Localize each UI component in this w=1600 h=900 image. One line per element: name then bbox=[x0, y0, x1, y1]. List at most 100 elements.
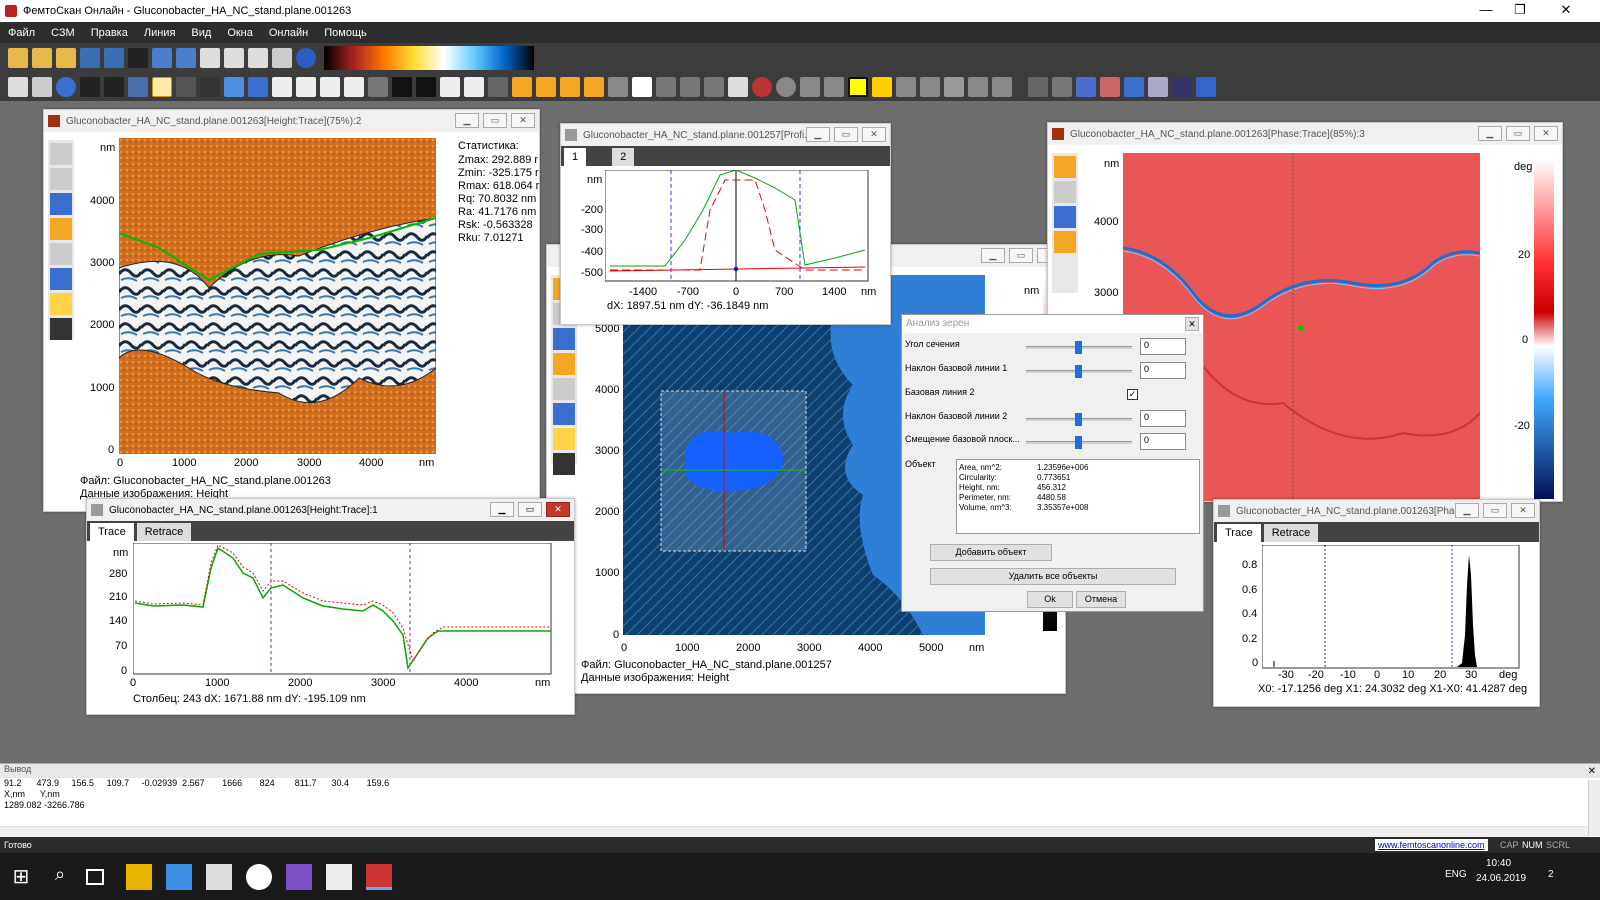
measure-icon[interactable] bbox=[488, 77, 508, 97]
eraser-icon[interactable] bbox=[553, 428, 575, 450]
select-tool-icon[interactable] bbox=[1054, 156, 1076, 178]
undo-icon[interactable] bbox=[152, 48, 172, 68]
win-maximize-button[interactable]: ▭ bbox=[518, 502, 542, 517]
win-close-button[interactable]: ✕ bbox=[546, 502, 570, 517]
phase-window-titlebar[interactable]: Gluconobacter_HA_NC_stand.plane.001263[P… bbox=[1048, 123, 1562, 145]
slider-thumb[interactable] bbox=[1075, 436, 1082, 449]
ok-button[interactable]: Ok bbox=[1027, 591, 1073, 608]
start-windows-icon[interactable]: ⊞ bbox=[8, 864, 34, 890]
baseline2-checkbox[interactable]: ✓ bbox=[1127, 389, 1138, 400]
task-view-icon[interactable] bbox=[86, 869, 104, 885]
profile-icon[interactable] bbox=[464, 77, 484, 97]
mail-icon[interactable] bbox=[326, 864, 352, 890]
win-maximize-button[interactable]: ▭ bbox=[1483, 503, 1507, 518]
slider-thumb[interactable] bbox=[1075, 341, 1082, 354]
slope-icon[interactable] bbox=[392, 77, 412, 97]
paste-icon[interactable] bbox=[224, 48, 244, 68]
hline-icon[interactable] bbox=[50, 193, 72, 215]
hline-icon[interactable] bbox=[1054, 206, 1076, 228]
tab-trace[interactable]: Trace bbox=[1217, 524, 1261, 542]
maximize-button[interactable]: ❐ bbox=[1500, 0, 1540, 22]
win-maximize-button[interactable]: ▭ bbox=[834, 127, 858, 142]
hline-icon[interactable] bbox=[553, 328, 575, 350]
drop-icon[interactable] bbox=[224, 77, 244, 97]
win-maximize-button[interactable]: ▭ bbox=[483, 113, 507, 128]
close-button[interactable]: ✕ bbox=[1546, 0, 1586, 22]
baseline2-slider[interactable] bbox=[1026, 413, 1132, 426]
document-icon[interactable] bbox=[8, 77, 28, 97]
offset-spin[interactable]: 0 bbox=[1140, 433, 1186, 450]
dialog-close-button[interactable]: ✕ bbox=[1185, 317, 1199, 331]
image-settings-icon[interactable] bbox=[50, 318, 72, 340]
femtoscan-taskbar-icon[interactable] bbox=[366, 864, 392, 890]
file-explorer-icon[interactable] bbox=[126, 864, 152, 890]
windows-icon[interactable] bbox=[1172, 77, 1192, 97]
bars-icon[interactable] bbox=[584, 77, 604, 97]
baseline1-spin[interactable]: 0 bbox=[1140, 362, 1186, 379]
checkmark-icon[interactable] bbox=[50, 268, 72, 290]
menu-edit[interactable]: Правка bbox=[83, 27, 136, 39]
wave2-icon[interactable] bbox=[920, 77, 940, 97]
curve2-icon[interactable] bbox=[992, 77, 1012, 97]
grain-icon[interactable] bbox=[824, 77, 844, 97]
topography-image[interactable] bbox=[119, 138, 436, 454]
rect-op-icon[interactable] bbox=[560, 77, 580, 97]
topography-window[interactable]: Gluconobacter_HA_NC_stand.plane.001263[H… bbox=[43, 109, 540, 512]
arrow-icon[interactable] bbox=[200, 77, 220, 97]
grain-analysis-icon[interactable] bbox=[848, 77, 868, 97]
tab-1[interactable]: 1 bbox=[564, 148, 587, 166]
baseline1-slider[interactable] bbox=[1026, 365, 1132, 378]
page-icon[interactable] bbox=[152, 77, 172, 97]
grid-red-icon[interactable] bbox=[320, 77, 340, 97]
bezier-icon[interactable] bbox=[272, 77, 292, 97]
add-object-button[interactable]: Добавить объект bbox=[930, 544, 1052, 561]
clock-date[interactable]: 24.06.2019 bbox=[1476, 873, 1526, 884]
plot3-icon[interactable] bbox=[704, 77, 724, 97]
gear-icon[interactable] bbox=[128, 77, 148, 97]
histogram-window-titlebar[interactable]: Gluconobacter_HA_NC_stand.plane.001263[P… bbox=[1214, 500, 1539, 522]
grid-icon[interactable] bbox=[296, 77, 316, 97]
menu-line[interactable]: Линия bbox=[136, 27, 184, 39]
profile1-window[interactable]: Gluconobacter_HA_NC_stand.plane.001263[H… bbox=[86, 498, 575, 715]
open-folder-icon[interactable] bbox=[32, 48, 52, 68]
checkmark-icon[interactable] bbox=[553, 403, 575, 425]
cross-tool-icon[interactable] bbox=[50, 218, 72, 240]
scatter-icon[interactable] bbox=[1052, 77, 1072, 97]
angle-slider[interactable] bbox=[1026, 341, 1132, 354]
clipboard-icon[interactable] bbox=[248, 48, 268, 68]
clock-time[interactable]: 10:40 bbox=[1486, 858, 1511, 869]
mountain-icon[interactable] bbox=[800, 77, 820, 97]
profile1-window-titlebar[interactable]: Gluconobacter_HA_NC_stand.plane.001263[H… bbox=[87, 499, 574, 521]
hist-icon[interactable] bbox=[728, 77, 748, 97]
refresh-icon[interactable] bbox=[1124, 77, 1144, 97]
menu-help[interactable]: Помощь bbox=[316, 27, 375, 39]
add-rect-icon[interactable] bbox=[512, 77, 532, 97]
menu-online[interactable]: Онлайн bbox=[261, 27, 316, 39]
check-icon[interactable] bbox=[944, 77, 964, 97]
list-icon[interactable] bbox=[32, 77, 52, 97]
cross-tool-icon[interactable] bbox=[1054, 231, 1076, 253]
wand-red-icon[interactable] bbox=[104, 77, 124, 97]
photo-icon[interactable] bbox=[1100, 77, 1120, 97]
tab-trace[interactable]: Trace bbox=[90, 523, 134, 541]
yandex-browser-icon[interactable] bbox=[246, 864, 272, 890]
store-icon[interactable] bbox=[166, 864, 192, 890]
win-minimize-button[interactable]: ▁ bbox=[1478, 126, 1502, 141]
menu-view[interactable]: Вид bbox=[183, 27, 219, 39]
win-minimize-button[interactable]: ▁ bbox=[981, 248, 1005, 263]
table-icon[interactable] bbox=[632, 77, 652, 97]
chart-icon[interactable] bbox=[1028, 77, 1048, 97]
circle-icon[interactable] bbox=[776, 77, 796, 97]
line-tool-icon[interactable] bbox=[50, 168, 72, 190]
plot-icon[interactable] bbox=[656, 77, 676, 97]
wand-icon[interactable] bbox=[80, 77, 100, 97]
menu-windows[interactable]: Окна bbox=[219, 27, 261, 39]
win-minimize-button[interactable]: ▁ bbox=[455, 113, 479, 128]
website-link[interactable]: www.femtoscanonline.com bbox=[1375, 839, 1488, 851]
language-indicator[interactable]: ENG bbox=[1445, 869, 1467, 880]
layers-icon[interactable] bbox=[368, 77, 388, 97]
comment-icon[interactable] bbox=[56, 77, 76, 97]
win-close-button[interactable]: ✕ bbox=[1534, 126, 1558, 141]
delete-all-objects-button[interactable]: Удалить все объекты bbox=[930, 568, 1176, 585]
win-close-button[interactable]: ✕ bbox=[1511, 503, 1535, 518]
